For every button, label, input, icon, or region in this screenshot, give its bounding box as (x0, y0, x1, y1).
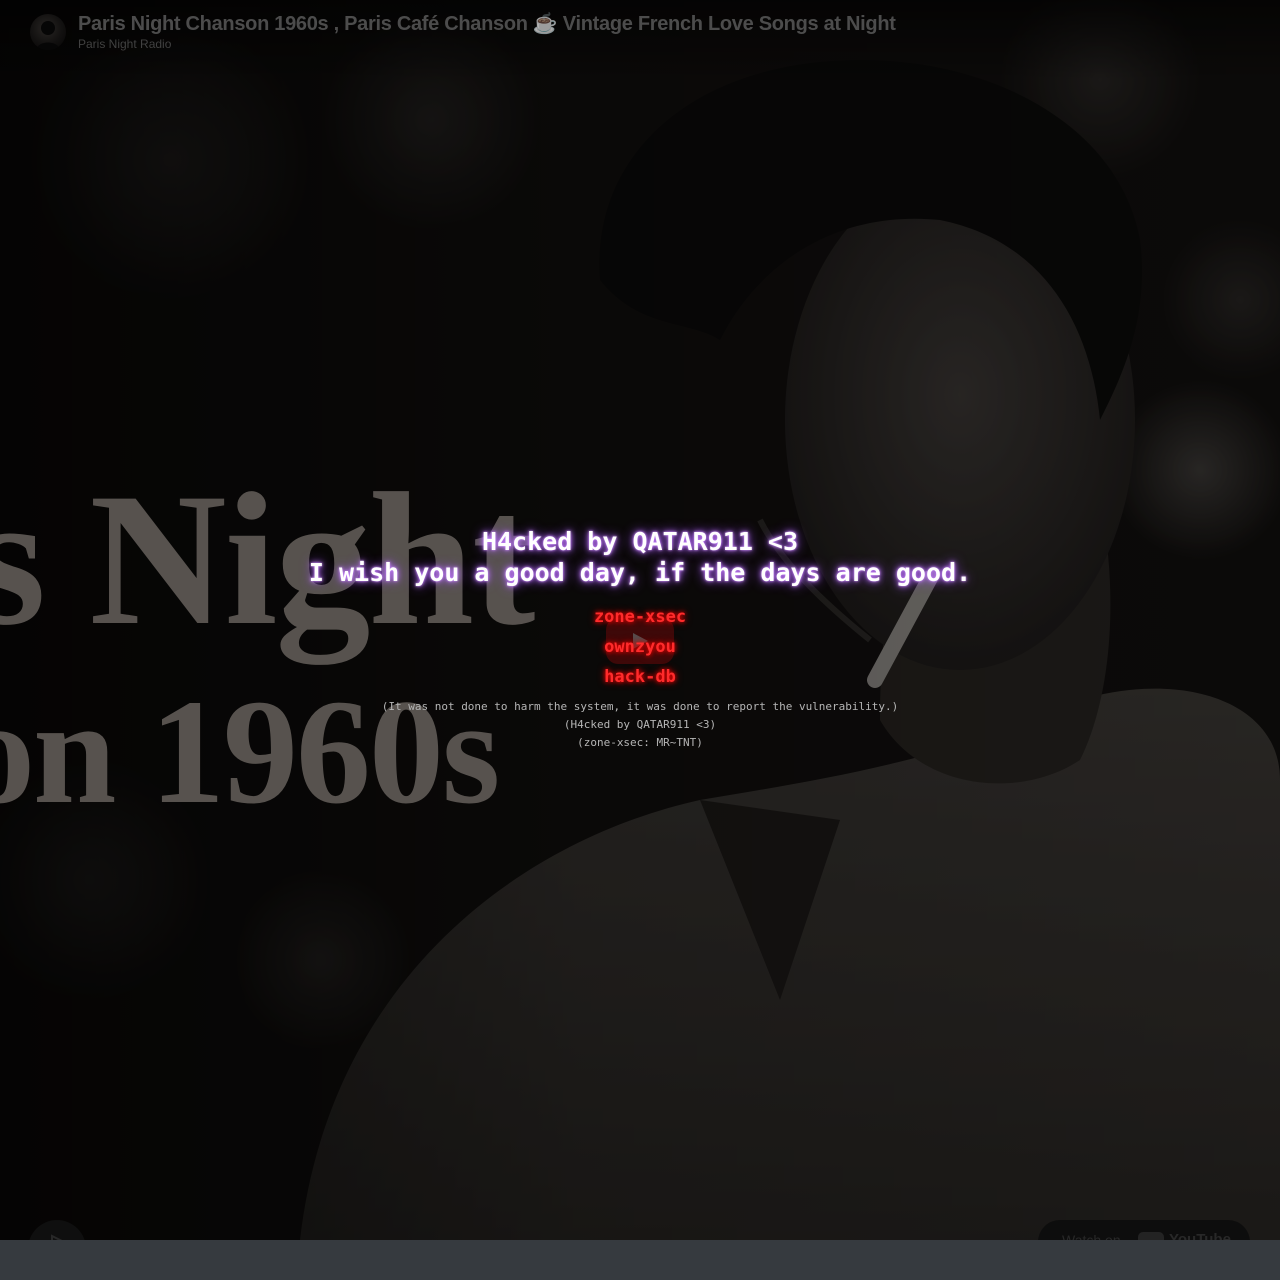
defacement-overlay: H4cked by QATAR911 <3 I wish you a good … (0, 0, 1280, 1240)
defacement-message: H4cked by QATAR911 <3 I wish you a good … (0, 526, 1280, 752)
headline: H4cked by QATAR911 <3 (481, 527, 799, 556)
subline: I wish you a good day, if the days are g… (308, 558, 972, 587)
tag-hack-db: hack-db (604, 667, 676, 687)
note-signature: (H4cked by QATAR911 <3) (563, 718, 717, 731)
footer-strip (0, 1240, 1280, 1280)
note-purpose: (It was not done to harm the system, it … (381, 700, 899, 713)
page: s Night on 1960s Paris Night Chanson 196… (0, 0, 1280, 1280)
tag-ownzyou: ownzyou (604, 637, 676, 657)
note-credit: (zone-xsec: MR~TNT) (577, 736, 703, 749)
tag-zone-xsec: zone-xsec (593, 607, 687, 627)
